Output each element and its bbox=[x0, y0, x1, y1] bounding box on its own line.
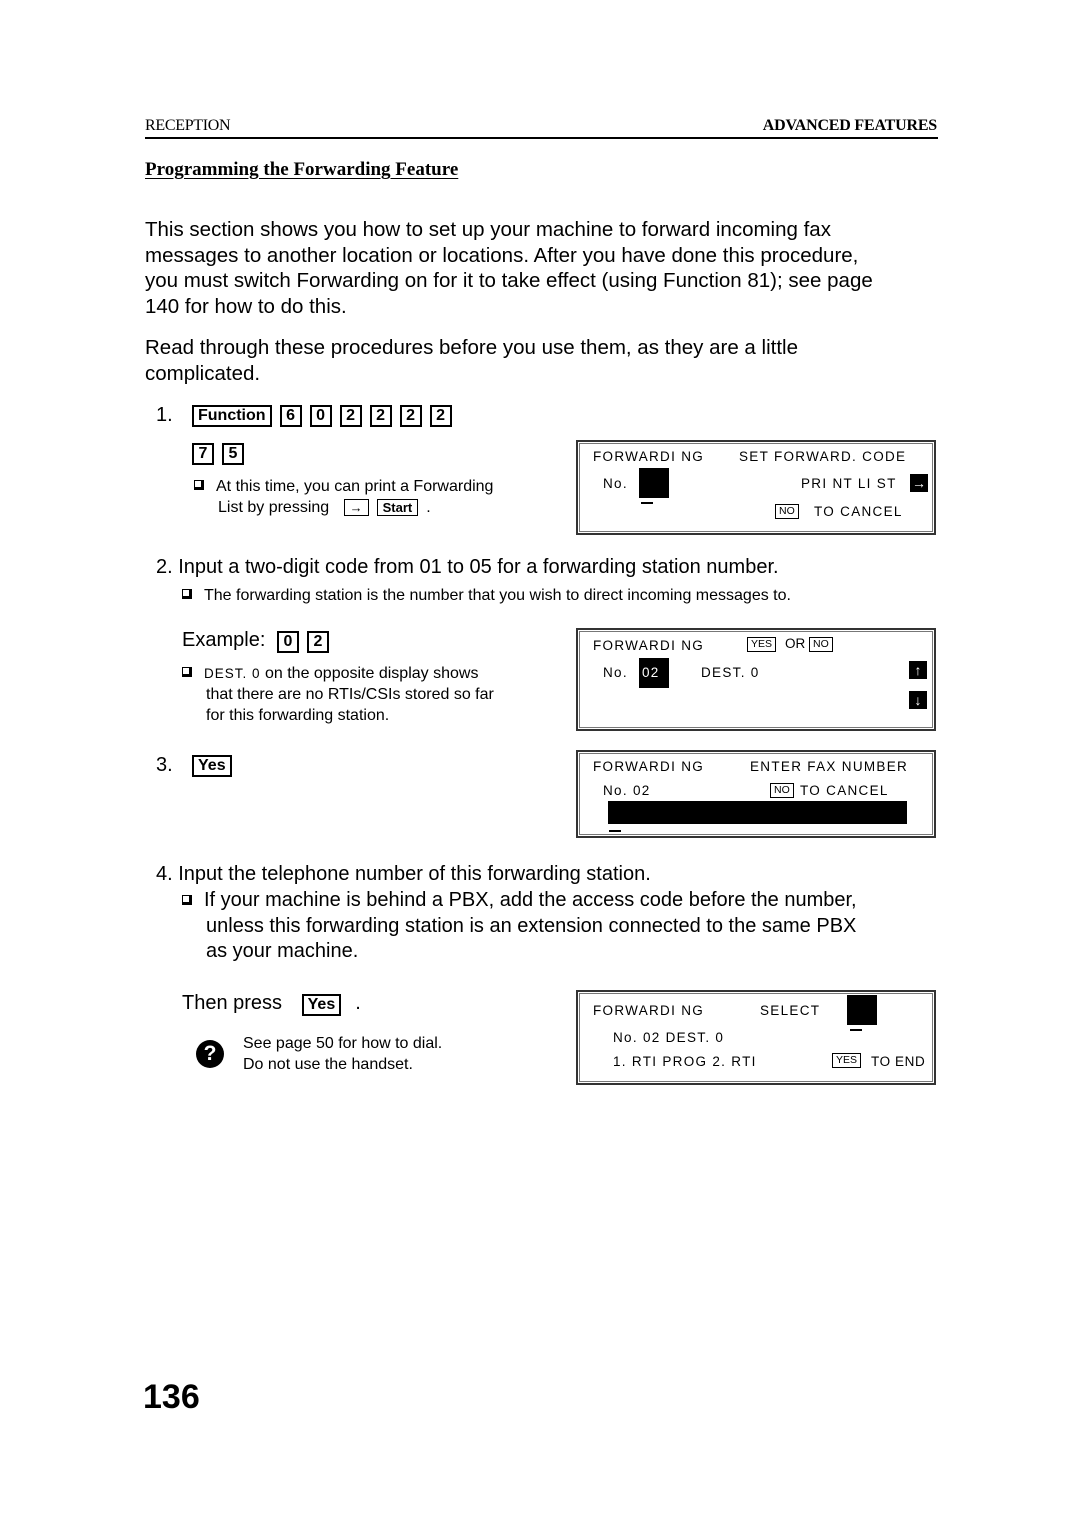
help-question-icon: ? bbox=[196, 1040, 224, 1068]
key-2: 2 bbox=[339, 405, 362, 427]
cursor-underline bbox=[641, 502, 653, 504]
key-6: 6 bbox=[279, 405, 302, 427]
lcd-display-enter-fax-number: FORWARDI NG ENTER FAX NUMBER No. 02 NO T… bbox=[576, 750, 936, 838]
step-2-text: 2. Input a two-digit code from 01 to 05 … bbox=[156, 556, 779, 578]
text-line: 140 for how to do this. bbox=[145, 294, 347, 318]
function-key: Function bbox=[192, 405, 272, 427]
step-1-number: 1. bbox=[156, 404, 173, 426]
bullet-icon bbox=[182, 895, 192, 905]
lcd-display-yes-or-no: FORWARDI NG YES OR NO No. 02 DEST. 0 ↑ ↓ bbox=[576, 628, 936, 731]
header-rule bbox=[145, 137, 938, 139]
cursor-underline bbox=[609, 830, 621, 832]
start-key: Start bbox=[376, 499, 419, 516]
yes-key: Yes bbox=[301, 994, 342, 1016]
yes-key: Yes bbox=[192, 755, 232, 777]
right-arrow-key: → bbox=[343, 499, 369, 516]
then-press: Then press Yes. bbox=[182, 992, 361, 1016]
text-line: This section shows you how to set up you… bbox=[145, 218, 831, 241]
step-3-number: 3. bbox=[156, 754, 173, 776]
running-header-section: RECEPTION bbox=[145, 117, 231, 134]
key-2: 2 bbox=[429, 405, 452, 427]
text-line: messages to another location or location… bbox=[145, 243, 859, 267]
cursor-underline bbox=[850, 1029, 862, 1031]
down-arrow-icon: ↓ bbox=[909, 691, 927, 709]
step-2-note: The forwarding station is the number tha… bbox=[182, 587, 791, 605]
bullet-icon bbox=[182, 667, 192, 677]
right-arrow-icon: → bbox=[910, 474, 928, 492]
text-line: Read through these procedures before you… bbox=[145, 336, 798, 359]
step-1-keys-row-2: 75 bbox=[192, 443, 252, 465]
step-1-note: At this time, you can print a Forwarding… bbox=[194, 476, 554, 518]
text-line: complicated. bbox=[145, 361, 261, 385]
intro-paragraph-1: This section shows you how to set up you… bbox=[145, 217, 925, 319]
help-note: See page 50 for how to dial. Do not use … bbox=[243, 1035, 443, 1073]
running-header-chapter: ADVANCED FEATURES bbox=[762, 117, 937, 134]
text-line: you must switch Forwarding on for it to … bbox=[145, 269, 873, 292]
step-4-text: 4. Input the telephone number of this fo… bbox=[156, 863, 651, 885]
example-note: DEST. 0 on the opposite display shows th… bbox=[182, 663, 552, 726]
key-2: 2 bbox=[399, 405, 422, 427]
bullet-icon bbox=[194, 480, 204, 490]
step-1-keys-row-1: Function 6 0 2 2 2 2 bbox=[192, 405, 460, 427]
page-number: 136 bbox=[143, 1378, 200, 1416]
lcd-display-select: FORWARDI NG SELECT No. 02 DEST. 0 1. RTI… bbox=[576, 990, 936, 1085]
key-7: 7 bbox=[192, 443, 214, 465]
intro-paragraph-2: Read through these procedures before you… bbox=[145, 335, 925, 386]
section-title: Programming the Forwarding Feature bbox=[145, 159, 459, 180]
example: Example: 02 bbox=[182, 629, 337, 653]
key-2: 2 bbox=[369, 405, 392, 427]
bullet-icon bbox=[182, 589, 192, 599]
input-cursor-block bbox=[847, 995, 877, 1025]
input-cursor-block bbox=[639, 468, 669, 498]
key-0: 0 bbox=[309, 405, 332, 427]
step-3-keys: Yes bbox=[192, 755, 240, 777]
up-arrow-icon: ↑ bbox=[909, 661, 927, 679]
fax-number-input-field bbox=[608, 801, 907, 824]
lcd-display-set-forward-code: FORWARDI NG SET FORWARD. CODE No. PRI NT… bbox=[576, 440, 936, 535]
step-4-note: If your machine is behind a PBX, add the… bbox=[182, 888, 942, 965]
key-5: 5 bbox=[222, 443, 244, 465]
key-2: 2 bbox=[306, 631, 329, 653]
key-0: 0 bbox=[276, 631, 299, 653]
